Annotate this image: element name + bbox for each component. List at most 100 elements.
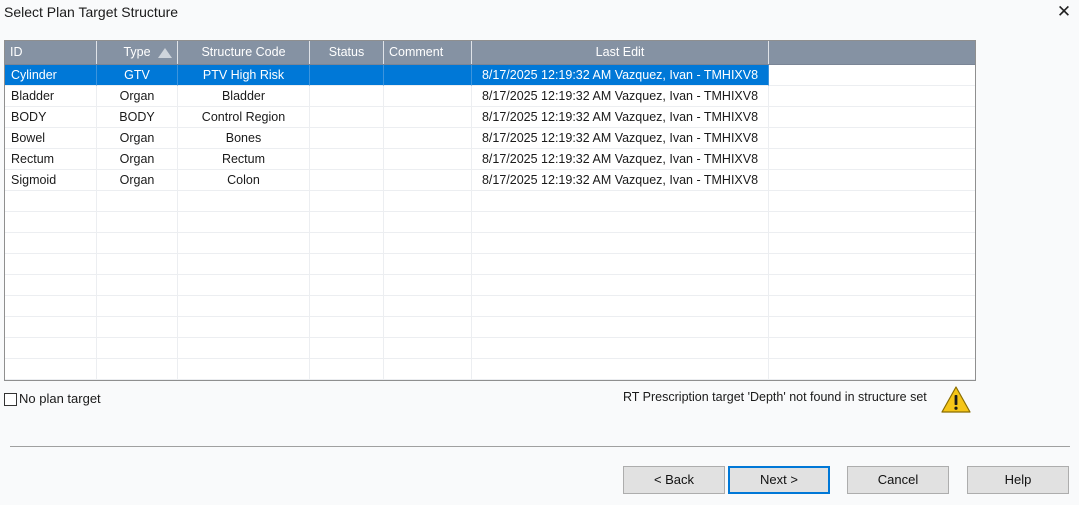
cell-structure-code[interactable]: Colon	[178, 170, 310, 191]
cell-id	[5, 317, 97, 338]
cell-type	[97, 275, 178, 296]
empty-row	[5, 254, 975, 275]
cell-type	[97, 338, 178, 359]
empty-row	[5, 212, 975, 233]
cell-filler	[769, 86, 975, 107]
column-header-type[interactable]: Type	[97, 41, 178, 64]
cell-last-edit[interactable]: 8/17/2025 12:19:32 AM Vazquez, Ivan - TM…	[472, 107, 769, 128]
table-row[interactable]: BODY BODY Control Region 8/17/2025 12:19:32…	[5, 107, 975, 128]
cell-comment	[384, 254, 472, 275]
cell-status[interactable]	[310, 86, 384, 107]
cell-id	[5, 254, 97, 275]
cell-structure-code[interactable]: Bladder	[178, 86, 310, 107]
cell-type	[97, 296, 178, 317]
cell-id[interactable]: Cylinder	[5, 65, 97, 86]
cell-structure-code[interactable]: PTV High Risk	[178, 65, 310, 86]
cell-status[interactable]	[310, 65, 384, 86]
empty-row	[5, 275, 975, 296]
table-row[interactable]: Cylinder GTV PTV High Risk 8/17/2025 12:19:…	[5, 65, 975, 86]
table-row[interactable]: Bowel Organ Bones 8/17/2025 12:19:32 AM Vaz…	[5, 128, 975, 149]
structure-grid[interactable]: ID Type Structure Code Status Comment La…	[4, 40, 976, 381]
sort-ascending-icon	[158, 48, 172, 58]
column-header-comment[interactable]: Comment	[384, 41, 472, 64]
cell-last-edit[interactable]: 8/17/2025 12:19:32 AM Vazquez, Ivan - TM…	[472, 86, 769, 107]
cell-filler	[769, 317, 975, 338]
cell-last-edit[interactable]: 8/17/2025 12:19:32 AM Vazquez, Ivan - TM…	[472, 65, 769, 86]
no-plan-target-checkbox[interactable]	[4, 392, 17, 406]
warning-message: RT Prescription target 'Depth' not found…	[623, 390, 927, 404]
cell-type	[97, 191, 178, 212]
cell-status	[310, 233, 384, 254]
cell-id	[5, 296, 97, 317]
cell-status	[310, 191, 384, 212]
cell-comment[interactable]	[384, 149, 472, 170]
cell-filler	[769, 212, 975, 233]
cell-id[interactable]: Bowel	[5, 128, 97, 149]
cell-id	[5, 191, 97, 212]
cell-structure-code[interactable]: Control Region	[178, 107, 310, 128]
grid-header: ID Type Structure Code Status Comment La…	[5, 41, 975, 65]
cell-last-edit[interactable]: 8/17/2025 12:19:32 AM Vazquez, Ivan - TM…	[472, 170, 769, 191]
table-row[interactable]: Rectum Organ Rectum 8/17/2025 12:19:32 AM V…	[5, 149, 975, 170]
cell-filler	[769, 359, 975, 380]
cell-id[interactable]: Bladder	[5, 86, 97, 107]
cell-type[interactable]: Organ	[97, 149, 178, 170]
column-header-structure-code[interactable]: Structure Code	[178, 41, 310, 64]
cell-comment[interactable]	[384, 65, 472, 86]
footer-separator	[10, 446, 1070, 447]
column-header-last-edit[interactable]: Last Edit	[472, 41, 769, 64]
cell-comment	[384, 233, 472, 254]
close-icon[interactable]: ✕	[1053, 2, 1075, 22]
cell-structure-code	[178, 296, 310, 317]
cell-filler	[769, 275, 975, 296]
cell-status[interactable]	[310, 170, 384, 191]
table-row[interactable]: Sigmoid Organ Colon 8/17/2025 12:19:32 AM V…	[5, 170, 975, 191]
cell-id[interactable]: Sigmoid	[5, 170, 97, 191]
cell-last-edit[interactable]: 8/17/2025 12:19:32 AM Vazquez, Ivan - TM…	[472, 128, 769, 149]
cell-id	[5, 338, 97, 359]
cell-type[interactable]: Organ	[97, 128, 178, 149]
cell-comment[interactable]	[384, 86, 472, 107]
column-header-status[interactable]: Status	[310, 41, 384, 64]
cell-type[interactable]: Organ	[97, 170, 178, 191]
cell-comment[interactable]	[384, 107, 472, 128]
cell-last-edit	[472, 338, 769, 359]
warning-triangle-icon	[941, 386, 971, 413]
cell-comment	[384, 359, 472, 380]
cell-structure-code[interactable]: Bones	[178, 128, 310, 149]
cell-last-edit[interactable]: 8/17/2025 12:19:32 AM Vazquez, Ivan - TM…	[472, 149, 769, 170]
cell-structure-code	[178, 254, 310, 275]
cell-status	[310, 338, 384, 359]
cell-type[interactable]: BODY	[97, 107, 178, 128]
cell-comment[interactable]	[384, 170, 472, 191]
cell-type	[97, 359, 178, 380]
cell-structure-code[interactable]: Rectum	[178, 149, 310, 170]
cell-id[interactable]: Rectum	[5, 149, 97, 170]
cell-status[interactable]	[310, 107, 384, 128]
cell-type[interactable]: GTV	[97, 65, 178, 86]
no-plan-target-option[interactable]: No plan target	[4, 391, 101, 407]
cell-status	[310, 359, 384, 380]
back-button[interactable]: < Back	[623, 466, 725, 494]
empty-row	[5, 338, 975, 359]
column-header-id[interactable]: ID	[5, 41, 97, 64]
cell-id	[5, 359, 97, 380]
cell-id	[5, 212, 97, 233]
cell-id[interactable]: BODY	[5, 107, 97, 128]
cell-type	[97, 254, 178, 275]
cell-comment[interactable]	[384, 128, 472, 149]
cell-filler	[769, 149, 975, 170]
cell-filler	[769, 128, 975, 149]
table-row[interactable]: Bladder Organ Bladder 8/17/2025 12:19:32 AM…	[5, 86, 975, 107]
next-button[interactable]: Next >	[728, 466, 830, 494]
cell-status	[310, 275, 384, 296]
cell-filler	[769, 191, 975, 212]
help-button[interactable]: Help	[967, 466, 1069, 494]
cell-type[interactable]: Organ	[97, 86, 178, 107]
cell-filler	[769, 65, 975, 86]
cancel-button[interactable]: Cancel	[847, 466, 949, 494]
cell-status[interactable]	[310, 128, 384, 149]
cell-status	[310, 212, 384, 233]
cell-status[interactable]	[310, 149, 384, 170]
empty-row	[5, 317, 975, 338]
